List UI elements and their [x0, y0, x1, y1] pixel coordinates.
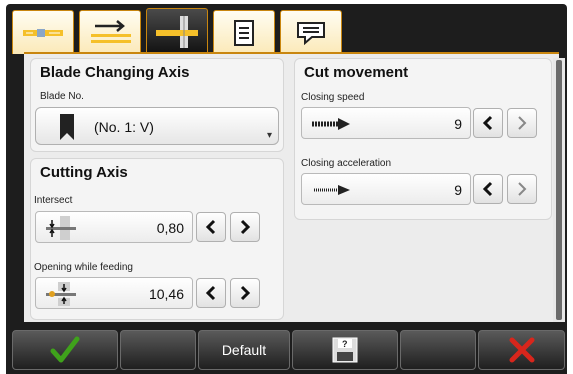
chevron-right-icon: [518, 116, 527, 130]
opening-decrease-button[interactable]: [196, 278, 226, 308]
tab-messages[interactable]: [280, 10, 342, 54]
close-icon: [509, 337, 534, 363]
strip-feed-icon: [23, 28, 63, 37]
closing-acceleration-decrease-button[interactable]: [473, 174, 503, 204]
vertical-scrollbar[interactable]: [553, 58, 565, 322]
blade-cut-icon: [156, 15, 198, 48]
arrow-lines-icon: [91, 19, 131, 43]
opening-icon: [46, 282, 76, 306]
save-button[interactable]: ?: [292, 330, 398, 370]
opening-field[interactable]: 10,46: [35, 277, 193, 309]
empty-slot-1: [120, 330, 196, 370]
chevron-left-icon: [482, 115, 493, 131]
tab-feed-direction[interactable]: [79, 10, 141, 54]
intersect-icon: [46, 216, 76, 240]
chevron-right-icon: [518, 182, 527, 196]
scrollbar-thumb[interactable]: [556, 60, 562, 320]
blade-no-label: Blade No.: [40, 91, 84, 102]
opening-label: Opening while feeding: [34, 262, 133, 273]
closing-acceleration-increase-button[interactable]: [507, 174, 537, 204]
cut-movement-group: Cut movement Closing speed 9 Closing acc…: [294, 58, 552, 220]
acceleration-arrow-icon: [314, 185, 350, 195]
bottom-action-bar: Default ?: [6, 326, 567, 374]
chevron-right-icon: [240, 219, 251, 235]
message-icon: [297, 21, 325, 45]
closing-acceleration-label: Closing acceleration: [301, 158, 392, 169]
opening-value: 10,46: [148, 286, 184, 302]
intersect-decrease-button[interactable]: [196, 212, 226, 242]
tab-list[interactable]: [213, 10, 275, 54]
closing-speed-decrease-button[interactable]: [473, 108, 503, 138]
chevron-left-icon: [482, 181, 493, 197]
intersect-label: Intersect: [34, 195, 73, 206]
default-button[interactable]: Default: [198, 330, 290, 370]
blade-changing-group: Blade Changing Axis Blade No. (No. 1: V)…: [30, 58, 284, 152]
tab-strip-feed[interactable]: [12, 10, 74, 54]
tab-cutting[interactable]: [146, 8, 208, 54]
closing-speed-increase-button[interactable]: [507, 108, 537, 138]
closing-speed-field[interactable]: 9: [301, 107, 471, 139]
blade-no-dropdown[interactable]: (No. 1: V) ▾: [35, 107, 279, 145]
default-label: Default: [221, 342, 267, 358]
intersect-increase-button[interactable]: [230, 212, 260, 242]
opening-increase-button[interactable]: [230, 278, 260, 308]
intersect-value: 0,80: [156, 220, 184, 236]
closing-acceleration-field[interactable]: 9: [301, 173, 471, 205]
blade-changing-title: Blade Changing Axis: [40, 64, 190, 81]
tab-strip: [6, 4, 567, 54]
closing-speed-value: 9: [454, 116, 462, 132]
blade-no-value: (No. 1: V): [94, 119, 154, 135]
empty-slot-2: [400, 330, 476, 370]
chevron-left-icon: [205, 219, 216, 235]
intersect-field[interactable]: 0,80: [35, 211, 193, 243]
cutting-axis-title: Cutting Axis: [40, 164, 128, 181]
dropdown-caret-icon: ▾: [266, 130, 272, 141]
checkmark-icon: [50, 336, 80, 363]
chevron-right-icon: [240, 285, 251, 301]
speed-arrow-icon: [312, 118, 350, 130]
cut-movement-title: Cut movement: [304, 64, 409, 81]
bookmark-icon: [60, 114, 74, 140]
cancel-button[interactable]: [478, 330, 565, 370]
closing-acceleration-value: 9: [454, 182, 462, 198]
document-list-icon: [234, 19, 254, 46]
confirm-button[interactable]: [12, 330, 118, 370]
svg-text:?: ?: [342, 339, 348, 349]
closing-speed-label: Closing speed: [301, 92, 365, 103]
chevron-left-icon: [205, 285, 216, 301]
floppy-save-icon: ?: [332, 337, 358, 363]
cutting-axis-group: Cutting Axis Intersect 0,80 Opening whil…: [30, 158, 284, 320]
